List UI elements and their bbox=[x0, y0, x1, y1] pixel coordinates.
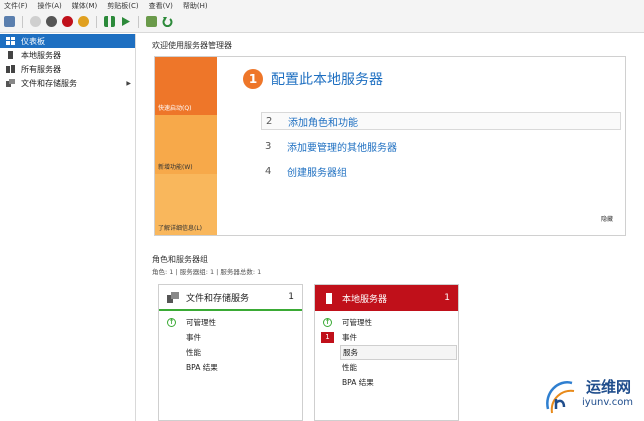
tile-row-performance[interactable]: 性能 bbox=[315, 360, 458, 375]
tile-row-events[interactable]: 事件 bbox=[159, 330, 302, 345]
watermark-logo-icon bbox=[546, 381, 575, 414]
tile-file-storage[interactable]: 文件和存储服务 1 ↑ 可管理性 事件 性能 BPA 结果 bbox=[158, 284, 303, 421]
step-number-badge: 1 bbox=[243, 69, 263, 89]
dashboard-icon bbox=[6, 37, 15, 45]
roles-summary: 角色: 1 | 服务器组: 1 | 服务器总数: 1 bbox=[152, 268, 262, 276]
sidebar: 仪表板 本地服务器 所有服务器 文件和存储服务 ▶ bbox=[0, 34, 136, 421]
tile-count: 1 bbox=[444, 293, 450, 303]
checkpoint-icon[interactable] bbox=[146, 16, 157, 27]
step-number: 4 bbox=[265, 165, 272, 177]
status-ok-icon: ↑ bbox=[167, 318, 176, 327]
turn-off-icon[interactable] bbox=[46, 16, 57, 27]
tile-row-label: 可管理性 bbox=[342, 318, 372, 327]
tile-row-manageability[interactable]: ↑ 可管理性 bbox=[315, 315, 458, 330]
tile-title: 本地服务器 bbox=[342, 294, 388, 305]
toolbar-separator bbox=[138, 15, 139, 28]
status-ok-icon: ↑ bbox=[323, 318, 332, 327]
tile-row-label: 可管理性 bbox=[186, 318, 216, 327]
add-other-servers-link[interactable]: 3 添加要管理的其他服务器 bbox=[261, 137, 621, 155]
sidebar-item-dashboard[interactable]: 仪表板 bbox=[0, 34, 135, 48]
tile-row-label: 事件 bbox=[186, 333, 201, 342]
sidebar-item-label: 文件和存储服务 bbox=[21, 78, 77, 88]
step-label: 创建服务器组 bbox=[287, 167, 347, 179]
step-label: 配置此本地服务器 bbox=[271, 72, 383, 88]
welcome-title: 欢迎使用服务器管理器 bbox=[152, 41, 232, 50]
save-state-icon[interactable] bbox=[78, 16, 89, 27]
menu-view[interactable]: 查看(V) bbox=[149, 1, 173, 11]
tile-row-bpa[interactable]: BPA 结果 bbox=[315, 375, 458, 390]
quickstart-tab[interactable]: 快速启动(Q) bbox=[155, 57, 217, 115]
tile-row-label: BPA 结果 bbox=[186, 363, 218, 372]
main-content: 欢迎使用服务器管理器 快速启动(Q) 新增功能(W) 了解详细信息(L) 1 配… bbox=[140, 34, 644, 421]
step-number: 3 bbox=[265, 140, 272, 152]
sidebar-item-label: 所有服务器 bbox=[21, 64, 61, 74]
tile-row-label: BPA 结果 bbox=[342, 378, 374, 387]
tile-local-server[interactable]: 本地服务器 1 ↑ 可管理性 1 事件 服务 性能 BPA 结果 bbox=[314, 284, 459, 421]
server-icon bbox=[326, 292, 332, 304]
servers-icon bbox=[6, 65, 15, 73]
sidebar-item-label: 本地服务器 bbox=[21, 50, 61, 60]
step-number: 2 bbox=[266, 115, 273, 127]
sidebar-item-local-server[interactable]: 本地服务器 bbox=[0, 48, 135, 62]
menu-file[interactable]: 文件(F) bbox=[4, 1, 28, 11]
quickstart-side-nav: 快速启动(Q) 新增功能(W) 了解详细信息(L) bbox=[155, 57, 217, 235]
quickstart-panel: 快速启动(Q) 新增功能(W) 了解详细信息(L) 1 配置此本地服务器 2 添… bbox=[154, 56, 626, 236]
menu-help[interactable]: 帮助(H) bbox=[183, 1, 208, 11]
toolbar-separator bbox=[22, 15, 23, 28]
site-watermark: 运维网 iyunv.com bbox=[542, 373, 640, 417]
tile-row-label: 服务 bbox=[340, 345, 457, 360]
create-server-group-link[interactable]: 4 创建服务器组 bbox=[261, 162, 621, 180]
shutdown-icon[interactable] bbox=[62, 16, 73, 27]
ctrl-alt-del-icon[interactable] bbox=[4, 16, 15, 27]
roles-title: 角色和服务器组 bbox=[152, 255, 208, 264]
tile-row-bpa[interactable]: BPA 结果 bbox=[159, 360, 302, 375]
whats-new-tab[interactable]: 新增功能(W) bbox=[155, 115, 217, 174]
tile-header[interactable]: 文件和存储服务 1 bbox=[159, 285, 302, 311]
tile-row-events[interactable]: 1 事件 bbox=[315, 330, 458, 345]
sidebar-item-file-storage[interactable]: 文件和存储服务 ▶ bbox=[0, 76, 135, 90]
add-roles-features-link[interactable]: 2 添加角色和功能 bbox=[261, 112, 621, 130]
toolbar-separator bbox=[96, 15, 97, 28]
watermark-url: iyunv.com bbox=[582, 397, 634, 408]
tile-row-label: 性能 bbox=[186, 348, 201, 357]
menu-media[interactable]: 媒体(M) bbox=[72, 1, 98, 11]
file-storage-icon bbox=[6, 79, 15, 87]
learn-more-tab[interactable]: 了解详细信息(L) bbox=[155, 174, 217, 235]
menu-clipboard[interactable]: 剪贴板(C) bbox=[107, 1, 138, 11]
revert-icon[interactable] bbox=[162, 16, 173, 28]
configure-local-server-link[interactable]: 1 配置此本地服务器 bbox=[243, 69, 383, 89]
file-storage-icon bbox=[167, 291, 179, 303]
tile-title: 文件和存储服务 bbox=[186, 293, 250, 304]
watermark-name: 运维网 bbox=[586, 378, 632, 396]
tile-row-performance[interactable]: 性能 bbox=[159, 345, 302, 360]
step-label: 添加角色和功能 bbox=[288, 117, 358, 129]
tile-count: 1 bbox=[288, 292, 294, 302]
chevron-right-icon[interactable]: ▶ bbox=[126, 80, 131, 87]
server-icon bbox=[8, 51, 13, 59]
tile-row-manageability[interactable]: ↑ 可管理性 bbox=[159, 315, 302, 330]
menu-bar: 文件(F) 操作(A) 媒体(M) 剪贴板(C) 查看(V) 帮助(H) bbox=[0, 0, 644, 11]
alert-count-badge: 1 bbox=[321, 332, 334, 343]
pause-icon[interactable] bbox=[104, 16, 115, 27]
tile-header[interactable]: 本地服务器 1 bbox=[315, 285, 458, 311]
start-icon[interactable] bbox=[30, 16, 41, 27]
toolbar bbox=[0, 11, 644, 33]
sidebar-item-all-servers[interactable]: 所有服务器 bbox=[0, 62, 135, 76]
step-label: 添加要管理的其他服务器 bbox=[287, 142, 397, 154]
hide-link[interactable]: 隐藏 bbox=[601, 214, 613, 223]
menu-action[interactable]: 操作(A) bbox=[38, 1, 62, 11]
tile-row-services[interactable]: 服务 bbox=[315, 345, 458, 360]
tile-row-label: 事件 bbox=[342, 333, 357, 342]
reset-icon[interactable] bbox=[120, 16, 131, 27]
tile-row-label: 性能 bbox=[342, 363, 357, 372]
sidebar-item-label: 仪表板 bbox=[21, 36, 45, 46]
